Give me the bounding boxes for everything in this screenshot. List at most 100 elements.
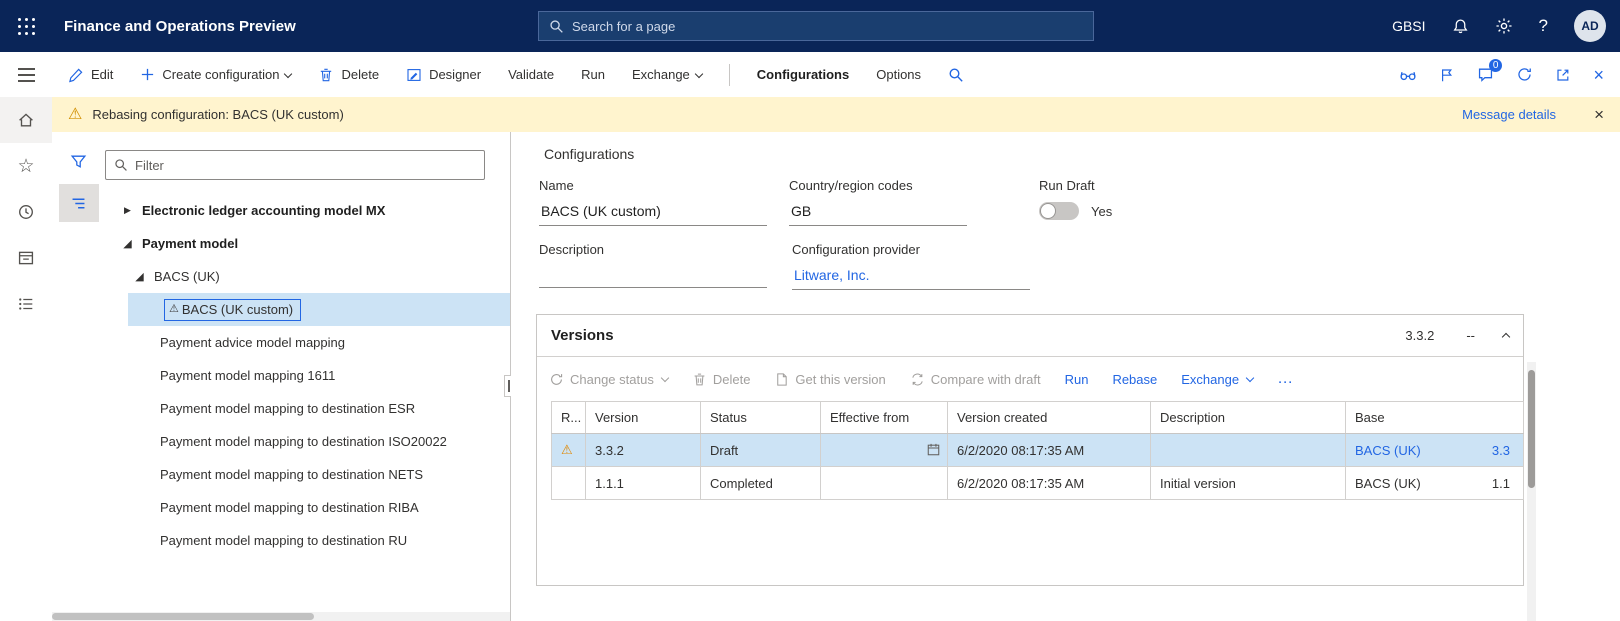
- name-input[interactable]: BACS (UK custom): [539, 202, 767, 226]
- tree-item[interactable]: Payment advice model mapping: [105, 326, 510, 359]
- col-rebase[interactable]: R...: [551, 401, 586, 434]
- alerts-bell-icon[interactable]: [1452, 18, 1469, 35]
- designer-icon: [406, 67, 422, 83]
- delete-button[interactable]: Delete: [318, 67, 379, 83]
- version-row[interactable]: ⚠ 3.3.2 Draft 6/2/2020 08:17:35 AM BACS …: [551, 433, 1524, 467]
- scrollbar-thumb[interactable]: [1528, 370, 1535, 488]
- col-version[interactable]: Version: [585, 401, 701, 434]
- warning-icon: ⚠: [561, 442, 573, 457]
- change-status-button[interactable]: Change status: [549, 372, 670, 387]
- user-avatar[interactable]: AD: [1574, 10, 1606, 42]
- col-description[interactable]: Description: [1150, 401, 1346, 434]
- settings-gear-icon[interactable]: [1495, 17, 1513, 35]
- tree-item[interactable]: Payment model mapping to destination ESR: [105, 392, 510, 425]
- help-icon[interactable]: ?: [1539, 16, 1548, 36]
- message-details-link[interactable]: Message details: [1462, 107, 1556, 122]
- country-input[interactable]: GB: [789, 202, 967, 226]
- vertical-scrollbar[interactable]: [1527, 362, 1536, 621]
- run-button[interactable]: Run: [581, 67, 605, 82]
- recent-clock-icon[interactable]: [0, 189, 52, 235]
- exchange-button[interactable]: Exchange: [632, 67, 704, 82]
- tree-filter-input[interactable]: [135, 157, 476, 173]
- open-new-window-icon[interactable]: [1555, 67, 1571, 83]
- environment-label[interactable]: GBSI: [1392, 18, 1425, 34]
- version-exchange-button[interactable]: Exchange: [1181, 372, 1255, 387]
- expander-collapsed-icon[interactable]: ▶: [122, 205, 133, 216]
- create-configuration-button[interactable]: Create configuration: [140, 67, 293, 82]
- flag-icon[interactable]: [1439, 67, 1455, 83]
- edit-button[interactable]: Edit: [68, 67, 113, 83]
- base-configuration-link[interactable]: BACS (UK): [1355, 476, 1421, 491]
- message-center-icon[interactable]: 0: [1477, 59, 1503, 83]
- global-search-input[interactable]: [572, 18, 1083, 34]
- expand-menu-icon[interactable]: [0, 52, 52, 97]
- tree-item[interactable]: ◢ BACS (UK): [105, 260, 510, 293]
- expander-expanded-icon[interactable]: ◢: [134, 270, 145, 283]
- base-configuration-link[interactable]: BACS (UK): [1355, 443, 1421, 458]
- col-version-created[interactable]: Version created: [947, 401, 1151, 434]
- options-menu[interactable]: Options: [876, 67, 921, 82]
- versions-toolbar: Change status Delete Get this version Co…: [537, 357, 1523, 401]
- col-base[interactable]: Base: [1345, 401, 1524, 434]
- scrollbar-thumb[interactable]: [52, 613, 314, 620]
- tree-item[interactable]: ◢ Payment model: [105, 227, 510, 260]
- validate-button[interactable]: Validate: [508, 67, 554, 82]
- modules-list-icon[interactable]: [0, 281, 52, 327]
- tree-item[interactable]: ▶ Electronic ledger accounting model MX: [105, 194, 510, 227]
- tree-item[interactable]: Payment model mapping to destination ISO…: [105, 425, 510, 458]
- left-navigation-rail: ☆: [0, 52, 52, 621]
- col-status[interactable]: Status: [700, 401, 821, 434]
- filter-funnel-icon[interactable]: [59, 142, 99, 180]
- base-version: 1.1: [1491, 475, 1510, 491]
- refresh-icon[interactable]: [1516, 66, 1533, 83]
- run-draft-toggle[interactable]: [1039, 202, 1079, 220]
- cell-base: BACS (UK) 3.3: [1345, 433, 1524, 467]
- versions-title[interactable]: Versions: [551, 327, 614, 344]
- compare-with-draft-button[interactable]: Compare with draft: [910, 372, 1041, 387]
- calendar-icon[interactable]: [926, 442, 941, 457]
- rebase-button[interactable]: Rebase: [1112, 372, 1157, 387]
- description-input[interactable]: [539, 266, 767, 288]
- search-icon: [948, 67, 964, 83]
- tree-item[interactable]: Payment model mapping to destination RU: [105, 524, 510, 557]
- run-draft-field-group: Run Draft Yes: [1039, 178, 1199, 220]
- tree-item[interactable]: Payment model mapping 1611: [105, 359, 510, 392]
- tree-filter-box[interactable]: [105, 150, 485, 180]
- trash-icon: [318, 67, 334, 83]
- version-row[interactable]: 1.1.1 Completed 6/2/2020 08:17:35 AM Ini…: [551, 466, 1524, 500]
- collapse-section-icon[interactable]: [1501, 332, 1511, 342]
- message-close-icon[interactable]: ×: [1594, 106, 1604, 123]
- version-run-button[interactable]: Run: [1065, 372, 1089, 387]
- provider-link[interactable]: Litware, Inc.: [792, 266, 1030, 290]
- favorites-star-icon[interactable]: ☆: [0, 143, 52, 189]
- version-delete-button[interactable]: Delete: [692, 372, 750, 387]
- designer-button[interactable]: Designer: [406, 67, 481, 83]
- actionbar-search-button[interactable]: [948, 67, 964, 83]
- tree-view-icon[interactable]: [58, 184, 99, 222]
- compare-icon: [910, 372, 925, 387]
- action-bar: Edit Create configuration Delete Designe…: [52, 52, 1620, 97]
- app-title[interactable]: Finance and Operations Preview: [64, 18, 296, 35]
- tree-item-selected[interactable]: ⚠ BACS (UK custom): [128, 293, 510, 326]
- section-title: Configurations: [544, 146, 635, 162]
- view-glasses-icon[interactable]: [1399, 66, 1417, 84]
- close-icon[interactable]: ×: [1593, 66, 1604, 84]
- expander-expanded-icon[interactable]: ◢: [122, 237, 133, 250]
- workspaces-icon[interactable]: [0, 235, 52, 281]
- configurations-menu[interactable]: Configurations: [757, 67, 849, 82]
- cell-effective-from[interactable]: [820, 433, 948, 467]
- tree-item[interactable]: Payment model mapping to destination RIB…: [105, 491, 510, 524]
- get-this-version-button[interactable]: Get this version: [774, 372, 886, 387]
- description-field-group: Description: [539, 242, 767, 288]
- col-effective-from[interactable]: Effective from: [820, 401, 948, 434]
- more-commands-icon[interactable]: …: [1277, 370, 1295, 388]
- cell-effective-from: [820, 466, 948, 500]
- toggle-knob: [1040, 203, 1056, 219]
- app-launcher-icon[interactable]: [0, 0, 52, 52]
- home-icon[interactable]: [0, 97, 52, 143]
- horizontal-scrollbar[interactable]: [52, 612, 510, 621]
- app-window: Finance and Operations Preview GBSI ? AD…: [0, 0, 1620, 621]
- versions-header: Versions 3.3.2 --: [537, 315, 1523, 357]
- global-search-box[interactable]: [538, 11, 1094, 41]
- tree-item[interactable]: Payment model mapping to destination NET…: [105, 458, 510, 491]
